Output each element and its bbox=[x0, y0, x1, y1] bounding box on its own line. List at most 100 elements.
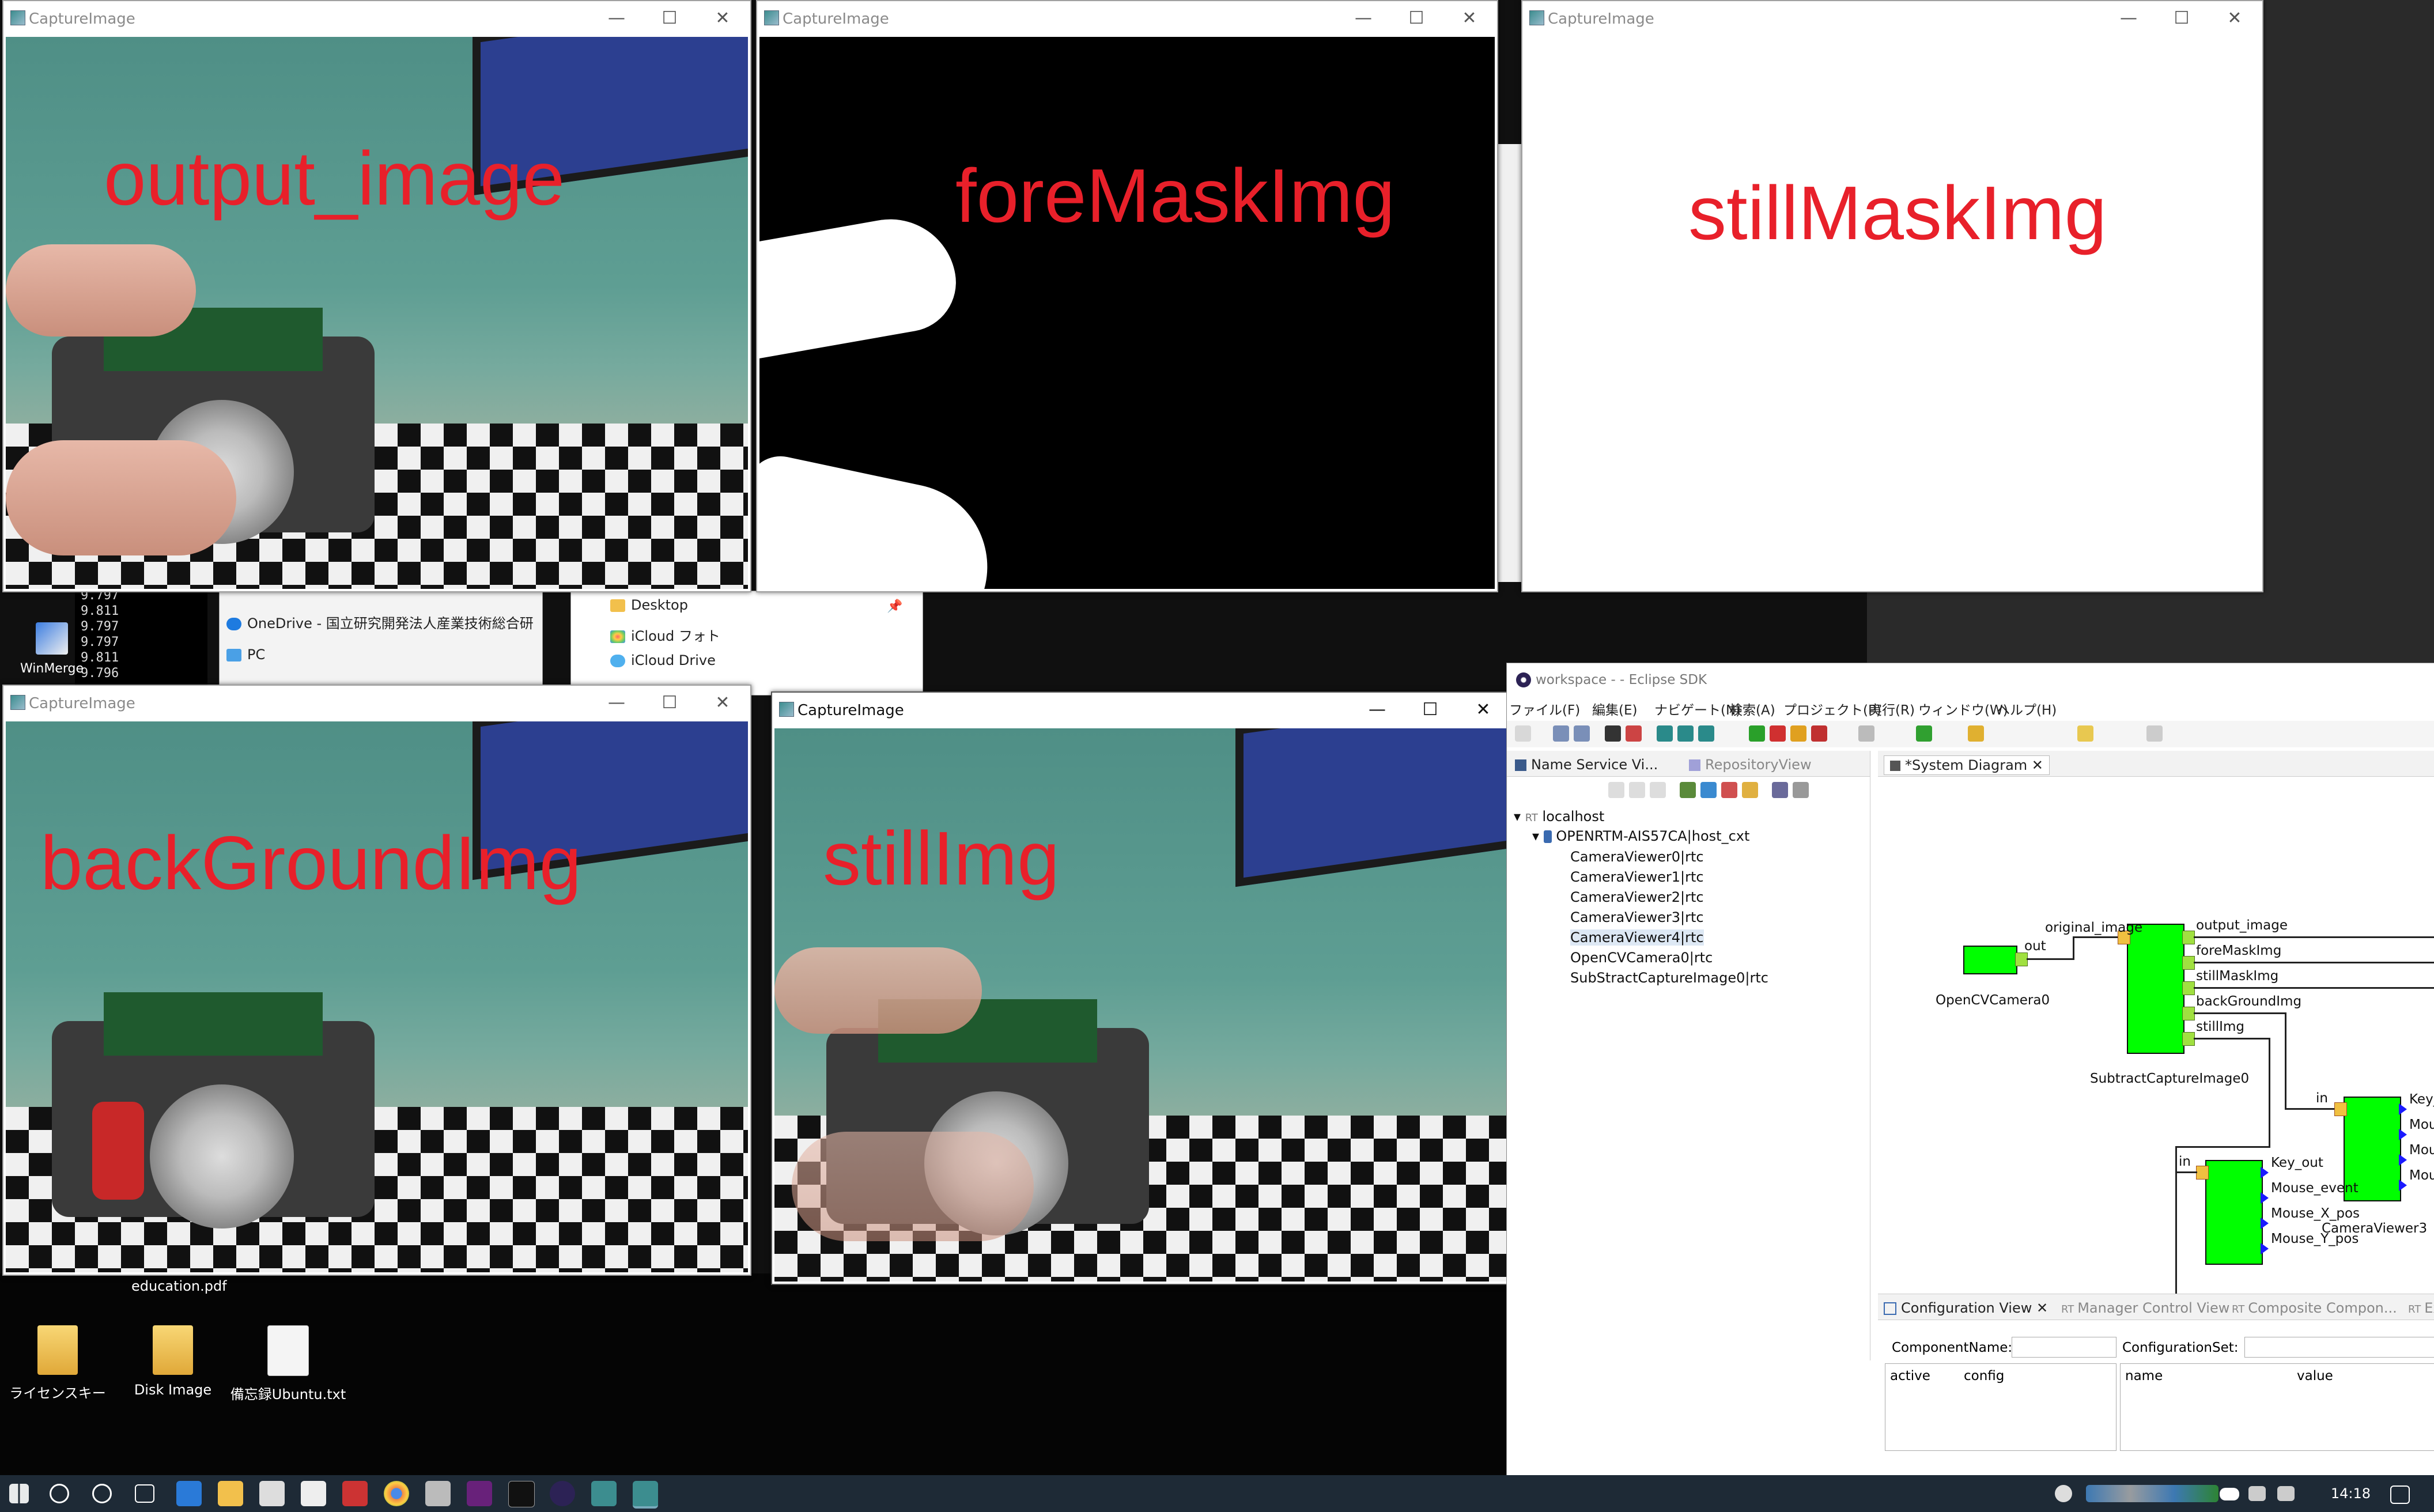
menu-icon[interactable] bbox=[1793, 782, 1809, 798]
column-value[interactable]: value bbox=[2297, 1369, 2333, 1384]
quick-item-icloud-drive[interactable]: iCloud Drive bbox=[610, 652, 716, 668]
snipping-tool-icon[interactable] bbox=[342, 1481, 368, 1506]
port-out[interactable] bbox=[2015, 952, 2028, 966]
capture-window-still-mask[interactable]: CaptureImage — ☐ ✕ stillMaskImg bbox=[1521, 0, 2263, 592]
notepad-icon[interactable] bbox=[425, 1481, 451, 1506]
filter-icon[interactable] bbox=[1721, 782, 1737, 798]
menu-help[interactable]: ヘルプ(H) bbox=[1997, 699, 2057, 719]
component-opencv-camera[interactable] bbox=[1963, 946, 2017, 974]
forward-icon[interactable] bbox=[1650, 782, 1666, 798]
terminal-icon[interactable] bbox=[508, 1481, 535, 1507]
file-explorer-icon[interactable] bbox=[218, 1481, 243, 1506]
component-subtract-capture-image[interactable] bbox=[2127, 924, 2184, 1054]
port-background[interactable] bbox=[2182, 1007, 2195, 1020]
capture-window-fore-mask[interactable]: CaptureImage — ☐ ✕ foreMaskImg bbox=[756, 0, 1498, 592]
tree-item-substract-capture-image-0[interactable]: SubStractCaptureImage0|rtc bbox=[1570, 970, 1768, 986]
tray-app-icon[interactable] bbox=[2055, 1485, 2072, 1502]
component-name-input[interactable] bbox=[2012, 1337, 2116, 1358]
run-icon[interactable] bbox=[1916, 725, 1932, 742]
pin-icon[interactable]: 📌 bbox=[887, 599, 902, 614]
port-still-mask[interactable] bbox=[2182, 981, 2195, 995]
cortana-icon[interactable] bbox=[92, 1484, 112, 1503]
eclipse-icon[interactable] bbox=[550, 1481, 575, 1506]
port-mouse-x[interactable] bbox=[2261, 1218, 2269, 1229]
port-in[interactable] bbox=[2196, 1166, 2209, 1180]
minimize-button[interactable]: — bbox=[2106, 6, 2152, 31]
column-config[interactable]: config bbox=[1964, 1369, 2004, 1384]
link-icon[interactable] bbox=[1742, 782, 1758, 798]
disconnect-icon[interactable] bbox=[1677, 725, 1694, 742]
tab-name-service[interactable]: Name Service Vi... bbox=[1515, 757, 1658, 773]
title-bar[interactable]: workspace - - Eclipse SDK bbox=[1507, 663, 2434, 697]
minimize-button[interactable]: — bbox=[594, 690, 640, 716]
eclipse-window[interactable]: workspace - - Eclipse SDK ファイル(F) 編集(E) … bbox=[1506, 663, 2434, 1476]
config-param-table[interactable]: name value bbox=[2120, 1363, 2434, 1451]
deactivate-icon[interactable] bbox=[1770, 725, 1786, 742]
port-mouse-y[interactable] bbox=[2261, 1243, 2269, 1254]
port-output-image[interactable] bbox=[2182, 931, 2195, 944]
back-icon[interactable] bbox=[2077, 725, 2093, 742]
save-all-icon[interactable] bbox=[1574, 725, 1590, 742]
capture-window-output-image[interactable]: CaptureImage — ☐ ✕ output_image bbox=[2, 0, 751, 592]
taskbar-clock[interactable]: 14:18 bbox=[2331, 1485, 2371, 1502]
offline-icon[interactable] bbox=[1626, 725, 1642, 742]
back-icon[interactable] bbox=[1629, 782, 1645, 798]
maximize-button[interactable]: ☐ bbox=[1393, 6, 1439, 31]
explorer-item-onedrive[interactable]: OneDrive - 国立研究開発法人産業技術総合研 bbox=[226, 612, 534, 632]
task-view-icon[interactable] bbox=[135, 1484, 154, 1503]
menu-run[interactable]: 実行(R) bbox=[1869, 699, 1915, 719]
desktop-file-label-education[interactable]: education.pdf bbox=[131, 1278, 227, 1294]
home-icon[interactable] bbox=[1608, 782, 1624, 798]
tree-node-localhost[interactable]: ▾ RT localhost bbox=[1514, 808, 1604, 825]
volume-icon[interactable] bbox=[2277, 1486, 2295, 1501]
search-icon[interactable] bbox=[50, 1484, 69, 1503]
onedrive-icon[interactable] bbox=[2220, 1488, 2239, 1500]
close-button[interactable]: ✕ bbox=[1460, 697, 1506, 723]
chrome-icon[interactable] bbox=[384, 1481, 409, 1506]
quick-item-desktop[interactable]: Desktop bbox=[610, 597, 688, 613]
add-name-server-icon[interactable] bbox=[1680, 782, 1696, 798]
tree-item-opencv-camera-0[interactable]: OpenCVCamera0|rtc bbox=[1570, 950, 1713, 966]
quick-item-icloud-photos[interactable]: iCloud フォト bbox=[610, 625, 720, 645]
maximize-button[interactable]: ☐ bbox=[647, 690, 693, 716]
connect-icon[interactable] bbox=[1657, 725, 1673, 742]
exit-icon[interactable] bbox=[1811, 725, 1827, 742]
network-icon[interactable] bbox=[2248, 1486, 2266, 1501]
port-in[interactable] bbox=[2334, 1102, 2347, 1116]
notification-icon[interactable] bbox=[2390, 1485, 2410, 1504]
tree-item-camera-viewer-3[interactable]: CameraViewer3|rtc bbox=[1570, 909, 1704, 925]
menu-file[interactable]: ファイル(F) bbox=[1509, 699, 1580, 719]
tab-composite-component[interactable]: RT Composite Compon... bbox=[2232, 1300, 2397, 1316]
forward-icon[interactable] bbox=[2146, 725, 2163, 742]
port-mouse-event[interactable] bbox=[2261, 1192, 2269, 1204]
capture-app-active-icon[interactable] bbox=[633, 1481, 658, 1509]
capture-app-icon[interactable] bbox=[591, 1481, 617, 1506]
tree-item-camera-viewer-4[interactable]: CameraViewer4|rtc bbox=[1570, 929, 1704, 946]
port-key-out[interactable] bbox=[2399, 1103, 2407, 1115]
config-set-table[interactable]: active config bbox=[1885, 1363, 2116, 1451]
port-mouse-y[interactable] bbox=[2399, 1180, 2407, 1191]
port-still-image[interactable] bbox=[2182, 1032, 2195, 1046]
close-button[interactable]: ✕ bbox=[1446, 6, 1492, 31]
new-icon[interactable] bbox=[1515, 725, 1531, 742]
tab-system-diagram[interactable]: *System Diagram ✕ bbox=[1884, 755, 2050, 775]
column-name[interactable]: name bbox=[2125, 1369, 2163, 1384]
component-camera-viewer-4-block[interactable] bbox=[2205, 1160, 2263, 1265]
port-key-out[interactable] bbox=[2261, 1167, 2269, 1178]
desktop-icon-winmerge[interactable]: WinMerge bbox=[0, 622, 104, 676]
tab-repository[interactable]: RepositoryView bbox=[1689, 757, 1812, 773]
tab-configuration-view[interactable]: Configuration View ✕ bbox=[1884, 1300, 2048, 1316]
mail-icon[interactable] bbox=[301, 1481, 326, 1506]
title-bar[interactable]: CaptureImage — ☐ ✕ bbox=[3, 1, 750, 36]
close-button[interactable]: ✕ bbox=[700, 6, 746, 31]
reset-icon[interactable] bbox=[1790, 725, 1806, 742]
menu-navigate[interactable]: ナビゲート(N) bbox=[1654, 699, 1741, 719]
menu-search[interactable]: 検索(A) bbox=[1729, 699, 1775, 719]
port-fore-mask[interactable] bbox=[2182, 956, 2195, 970]
connect-all-icon[interactable] bbox=[1698, 725, 1714, 742]
menu-edit[interactable]: 編集(E) bbox=[1592, 699, 1637, 719]
store-icon[interactable] bbox=[259, 1481, 285, 1506]
online-icon[interactable] bbox=[1605, 725, 1621, 742]
maximize-button[interactable]: ☐ bbox=[2159, 6, 2205, 31]
tray-icons[interactable] bbox=[2086, 1485, 2218, 1502]
